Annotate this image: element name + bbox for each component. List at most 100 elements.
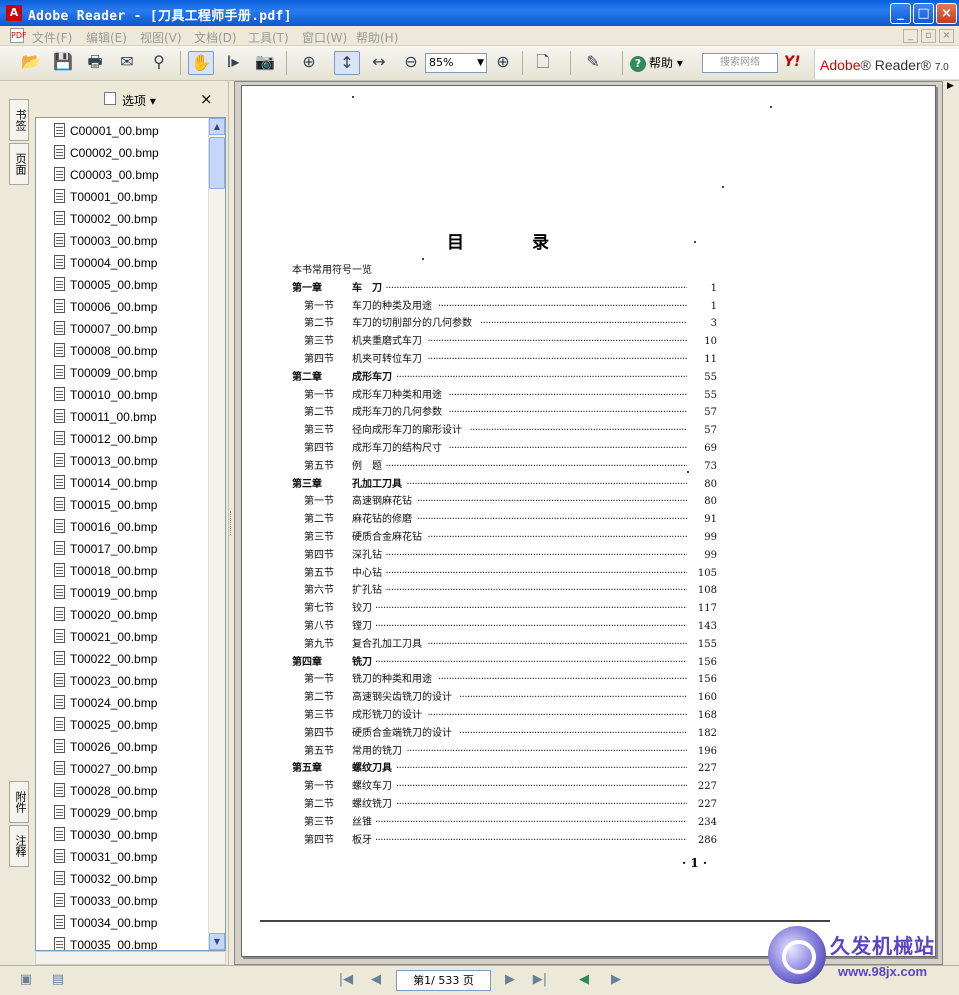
document-icon[interactable]: PDF [10,28,27,43]
bookmark-item[interactable]: T00006_00.bmp [54,296,157,318]
next-page-icon[interactable]: ▶ [500,971,520,989]
bookmark-item[interactable]: T00021_00.bmp [54,626,157,648]
bookmark-item[interactable]: T00032_00.bmp [54,868,157,890]
bookmark-item[interactable]: T00018_00.bmp [54,560,157,582]
page-layout-icon[interactable]: 🗋 [530,51,556,75]
doc-close-icon[interactable]: × [939,29,954,43]
menu-view[interactable]: 视图(V) [140,29,182,46]
go-back-icon[interactable]: ◀ [574,971,594,989]
bookmark-item[interactable]: T00025_00.bmp [54,714,157,736]
bookmark-scrollbar[interactable]: ▲ ▼ [208,118,225,950]
bookmark-item[interactable]: T00011_00.bmp [54,406,157,428]
zoom-in-icon[interactable]: ⊕ [490,51,516,75]
help-button[interactable]: ? 帮助 ▾ [630,53,683,73]
page-icon [54,563,65,577]
menu-tools[interactable]: 工具(T) [248,29,289,46]
hand-tool-icon[interactable]: ✋ [188,51,214,75]
bookmark-item[interactable]: T00033_00.bmp [54,890,157,912]
tasks-icon[interactable]: ✎ [580,51,606,75]
tab-comments[interactable]: 注释 [9,825,29,867]
go-forward-icon[interactable]: ▶ [606,971,626,989]
search-web-input[interactable]: 搜索网络 [702,53,778,73]
options-menu[interactable]: 选项 ▾ [104,92,156,109]
bookmark-item[interactable]: T00001_00.bmp [54,186,157,208]
hide-panel-icon[interactable]: ▤ [48,971,68,989]
bookmark-item[interactable]: T00022_00.bmp [54,648,157,670]
bookmark-item[interactable]: T00014_00.bmp [54,472,157,494]
yahoo-icon[interactable]: Y! [784,54,801,70]
bookmark-item[interactable]: T00027_00.bmp [54,758,157,780]
open-icon[interactable]: 📂 [18,51,44,75]
bookmark-item[interactable]: T00013_00.bmp [54,450,157,472]
tab-bookmarks[interactable]: 书签 [9,99,29,141]
save-icon[interactable]: 💾 [50,51,76,75]
bookmark-item[interactable]: T00035_00.bmp [54,934,157,950]
adobe-reader-icon[interactable]: A [6,5,22,21]
page-icon [54,717,65,731]
zoom-level-select[interactable]: 85% ▼ [425,53,487,73]
zoom-in-tool-icon[interactable]: ⊕ [296,51,322,75]
bookmark-item[interactable]: C00003_00.bmp [54,164,159,186]
tab-attachments[interactable]: 附件 [9,781,29,823]
bookmark-item[interactable]: T00031_00.bmp [54,846,157,868]
print-icon[interactable]: 🖶 [82,51,108,75]
fit-width-icon[interactable]: ↔ [366,51,392,75]
tab-pages[interactable]: 页面 [9,143,29,185]
menu-edit[interactable]: 编辑(E) [86,29,127,46]
zoom-out-icon[interactable]: ⊖ [398,51,424,75]
find-icon[interactable]: ⚲ [146,51,172,75]
bookmark-item[interactable]: T00008_00.bmp [54,340,157,362]
bookmark-item[interactable]: T00005_00.bmp [54,274,157,296]
page-number-field[interactable]: 第1/ 533 页 [396,970,491,991]
select-text-icon[interactable]: I▸ [220,51,246,75]
last-page-icon[interactable]: ▶| [530,971,550,989]
bookmark-item[interactable]: T00016_00.bmp [54,516,157,538]
bookmark-item[interactable]: T00009_00.bmp [54,362,157,384]
bookmark-item[interactable]: T00024_00.bmp [54,692,157,714]
bookmark-item[interactable]: T00002_00.bmp [54,208,157,230]
bookmark-item[interactable]: T00028_00.bmp [54,780,157,802]
bookmark-item[interactable]: T00029_00.bmp [54,802,157,824]
chevron-right-icon[interactable]: ▶ [943,81,958,97]
previous-page-icon[interactable]: ◀ [366,971,386,989]
doc-restore-icon[interactable]: ▫ [921,29,936,43]
first-page-icon[interactable]: |◀ [336,971,356,989]
toc-leader: ········································… [448,407,688,418]
bookmark-item[interactable]: T00030_00.bmp [54,824,157,846]
bookmark-item[interactable]: T00034_00.bmp [54,912,157,934]
fit-page-icon[interactable]: ↕ [334,51,360,75]
doc-minimize-icon[interactable]: _ [903,29,918,43]
scroll-thumb[interactable] [209,137,225,189]
bookmark-item[interactable]: T00020_00.bmp [54,604,157,626]
bookmark-item[interactable]: T00003_00.bmp [54,230,157,252]
close-panel-icon[interactable]: × [200,90,213,108]
bookmark-item[interactable]: C00002_00.bmp [54,142,159,164]
menu-help[interactable]: 帮助(H) [356,29,398,46]
menu-document[interactable]: 文档(D) [194,29,237,46]
bookmark-item[interactable]: C00001_00.bmp [54,120,159,142]
bookmark-item[interactable]: T00017_00.bmp [54,538,157,560]
bookmark-label: T00014_00.bmp [70,476,158,490]
bookmark-item[interactable]: T00012_00.bmp [54,428,157,450]
snapshot-icon[interactable]: 📷 [252,51,278,75]
bookmark-item[interactable]: T00023_00.bmp [54,670,157,692]
bookmark-item[interactable]: T00007_00.bmp [54,318,157,340]
close-button[interactable]: × [936,3,957,24]
bookmark-item[interactable]: T00010_00.bmp [54,384,157,406]
bookmark-item[interactable]: T00019_00.bmp [54,582,157,604]
menu-file[interactable]: 文件(F) [32,29,72,46]
document-view[interactable]: 目录 本书常用符号一览 第一章车 刀 ·······················… [234,81,943,965]
bookmark-hscrollbar[interactable] [35,951,226,965]
email-icon[interactable]: ✉ [114,51,140,75]
menu-window[interactable]: 窗口(W) [302,29,347,46]
maximize-button[interactable]: □ [913,3,934,24]
scroll-up-icon[interactable]: ▲ [209,118,225,135]
page-icon [54,585,65,599]
bookmark-item[interactable]: T00026_00.bmp [54,736,157,758]
toc-label: 第三章 [292,479,322,490]
bookmark-item[interactable]: T00004_00.bmp [54,252,157,274]
scroll-down-icon[interactable]: ▼ [209,933,225,950]
minimize-button[interactable]: _ [890,3,911,24]
show-panel-icon[interactable]: ▣ [16,971,36,989]
bookmark-item[interactable]: T00015_00.bmp [54,494,157,516]
